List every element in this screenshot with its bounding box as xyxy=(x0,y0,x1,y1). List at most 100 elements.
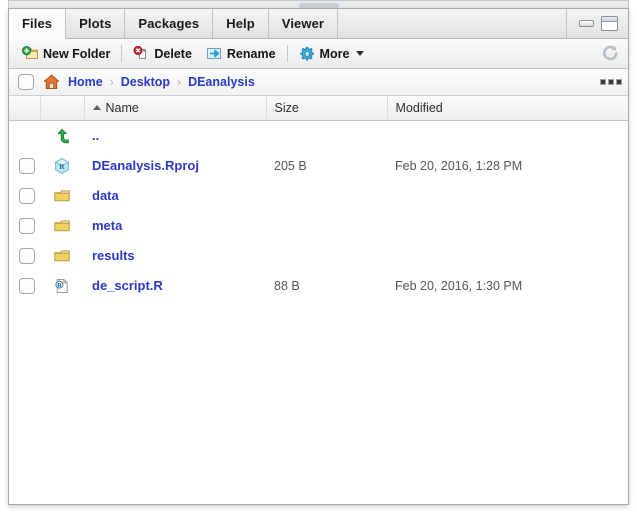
tab-packages[interactable]: Packages xyxy=(125,9,213,38)
row-name-cell[interactable]: meta xyxy=(84,211,266,241)
more-paths-button[interactable] xyxy=(598,72,623,91)
files-toolbar: New Folder Delete Rename xyxy=(9,39,628,69)
file-name-link[interactable]: meta xyxy=(92,218,122,233)
row-size-cell: 205 B xyxy=(266,151,387,181)
row-size-cell xyxy=(266,181,387,211)
row-checkbox[interactable] xyxy=(19,158,35,174)
row-modified-cell xyxy=(387,211,628,241)
new-folder-button[interactable]: New Folder xyxy=(15,44,117,63)
delete-button[interactable]: Delete xyxy=(126,44,199,63)
more-paths-icon xyxy=(608,79,614,85)
row-size-cell xyxy=(266,211,387,241)
row-size-cell xyxy=(266,241,387,271)
column-header-size-label: Size xyxy=(275,101,299,115)
chevron-down-icon xyxy=(356,51,364,56)
svg-text:R: R xyxy=(59,162,65,171)
column-header-modified[interactable]: Modified xyxy=(387,96,628,120)
home-icon[interactable] xyxy=(43,74,60,90)
tab-files[interactable]: Files xyxy=(9,9,66,39)
table-row[interactable]: results xyxy=(9,241,628,271)
column-header-checkbox xyxy=(9,96,40,120)
tab-help-label: Help xyxy=(226,16,255,31)
row-modified-cell: Feb 20, 2016, 1:28 PM xyxy=(387,151,628,181)
breadcrumb-separator: › xyxy=(177,75,181,89)
svg-text:R: R xyxy=(57,282,62,289)
tab-packages-label: Packages xyxy=(138,16,199,31)
row-checkbox-cell xyxy=(9,211,40,241)
row-checkbox[interactable] xyxy=(19,188,35,204)
row-modified-cell xyxy=(387,181,628,211)
row-checkbox-cell xyxy=(9,120,40,151)
row-name-cell[interactable]: .. xyxy=(84,120,266,151)
row-name-cell[interactable]: de_script.R xyxy=(84,271,266,301)
row-name-cell[interactable]: data xyxy=(84,181,266,211)
table-row[interactable]: R DEanalysis.Rproj 205 B Feb 20, 2016, 1… xyxy=(9,151,628,181)
new-folder-label: New Folder xyxy=(43,47,110,61)
row-checkbox-cell xyxy=(9,181,40,211)
refresh-button[interactable] xyxy=(600,43,621,64)
table-row[interactable]: data xyxy=(9,181,628,211)
row-icon-cell: R xyxy=(40,151,84,181)
files-pane: Files Plots Packages Help Viewer xyxy=(8,8,629,505)
tab-help[interactable]: Help xyxy=(213,9,269,38)
row-checkbox[interactable] xyxy=(19,278,35,294)
tab-viewer[interactable]: Viewer xyxy=(269,9,338,38)
maximize-icon[interactable] xyxy=(601,16,618,31)
column-header-size[interactable]: Size xyxy=(266,96,387,120)
toolbar-separator-1 xyxy=(121,45,122,62)
breadcrumb-item-home[interactable]: Home xyxy=(67,75,104,89)
pane-drag-handle[interactable] xyxy=(8,0,629,8)
parent-folder-up-icon xyxy=(53,127,71,145)
column-header-name-label: Name xyxy=(106,101,139,115)
file-name-link[interactable]: results xyxy=(92,248,135,263)
row-name-cell[interactable]: results xyxy=(84,241,266,271)
select-all-checkbox[interactable] xyxy=(18,74,34,90)
folder-icon xyxy=(53,248,71,264)
row-icon-cell: R xyxy=(40,271,84,301)
tab-plots[interactable]: Plots xyxy=(66,9,125,38)
sort-ascending-icon xyxy=(93,105,101,110)
row-checkbox[interactable] xyxy=(19,248,35,264)
window-controls xyxy=(567,9,628,38)
column-header-icon xyxy=(40,96,84,120)
folder-icon xyxy=(53,218,71,234)
breadcrumb: Home › Desktop › DEanalysis xyxy=(9,69,628,96)
row-modified-cell xyxy=(387,241,628,271)
tab-files-label: Files xyxy=(22,16,52,31)
minimize-icon[interactable] xyxy=(579,20,594,27)
file-name-link[interactable]: data xyxy=(92,188,119,203)
tab-bar-filler xyxy=(338,9,567,38)
row-name-cell[interactable]: DEanalysis.Rproj xyxy=(84,151,266,181)
more-paths-icon xyxy=(616,79,622,85)
file-name-link[interactable]: DEanalysis.Rproj xyxy=(92,158,199,173)
row-modified-cell xyxy=(387,120,628,151)
table-row[interactable]: R de_script.R 88 B Feb 20, 2016, 1:30 PM xyxy=(9,271,628,301)
breadcrumb-item-desktop[interactable]: Desktop xyxy=(120,75,171,89)
table-row[interactable]: meta xyxy=(9,211,628,241)
table-header-row: Name Size Modified xyxy=(9,96,628,120)
row-size-cell: 88 B xyxy=(266,271,387,301)
row-size-cell xyxy=(266,120,387,151)
more-label: More xyxy=(320,47,350,61)
more-button[interactable]: More xyxy=(292,44,372,64)
file-name-link[interactable]: de_script.R xyxy=(92,278,163,293)
new-folder-icon xyxy=(22,46,39,61)
folder-icon xyxy=(53,188,71,204)
r-script-icon: R xyxy=(53,277,71,295)
row-checkbox[interactable] xyxy=(19,218,35,234)
row-icon-cell xyxy=(40,181,84,211)
column-header-name[interactable]: Name xyxy=(84,96,266,120)
table-row[interactable]: .. xyxy=(9,120,628,151)
gear-icon xyxy=(299,46,316,62)
file-name-link[interactable]: .. xyxy=(92,128,99,143)
rename-button[interactable]: Rename xyxy=(199,44,283,63)
row-checkbox-cell xyxy=(9,271,40,301)
tab-viewer-label: Viewer xyxy=(282,16,324,31)
tab-plots-label: Plots xyxy=(79,16,111,31)
refresh-icon xyxy=(601,44,620,63)
pane-tab-bar: Files Plots Packages Help Viewer xyxy=(9,9,628,39)
row-icon-cell xyxy=(40,120,84,151)
row-checkbox-cell xyxy=(9,151,40,181)
delete-icon xyxy=(133,46,150,61)
breadcrumb-item-deanalysis[interactable]: DEanalysis xyxy=(187,75,256,89)
